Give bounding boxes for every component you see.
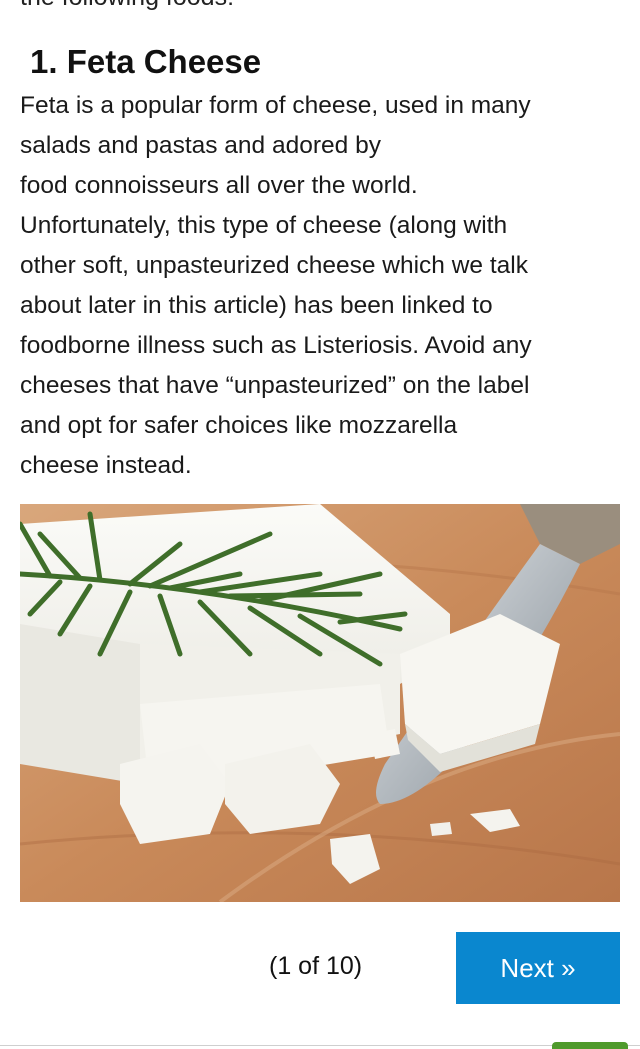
paragraph-line: foodborne illness such as Listeriosis. A… [20, 332, 532, 359]
feta-cheese-photo [20, 504, 620, 902]
paragraph-line: and opt for safer choices like mozzarell… [20, 412, 458, 439]
paragraph-line: food connoisseurs all over the world. [20, 172, 418, 199]
page-counter: (1 of 10) [269, 952, 363, 980]
bottom-divider [0, 1045, 640, 1046]
paragraph-line: other soft, unpasteurized cheese which w… [20, 252, 528, 279]
paragraph-line: Unfortunately, this type of cheese (alon… [20, 212, 508, 239]
article-page: the following foods: 1. Feta Cheese Feta… [0, 0, 640, 1049]
previous-line-cutoff: the following foods: [20, 0, 234, 12]
article-heading: 1. Feta Cheese [30, 43, 262, 80]
bottom-tab[interactable] [552, 1042, 628, 1049]
paragraph-line: about later in this article) has been li… [20, 292, 493, 319]
paragraph-line: cheese instead. [20, 452, 192, 479]
paragraph-line: Feta is a popular form of cheese, used i… [20, 92, 531, 119]
article-paragraph: Feta is a popular form of cheese, used i… [20, 86, 620, 486]
paragraph-line: cheeses that have “unpasteurized” on the… [20, 372, 530, 399]
paragraph-line: salads and pastas and adored by [20, 132, 381, 159]
next-button[interactable]: Next » [456, 932, 620, 1004]
